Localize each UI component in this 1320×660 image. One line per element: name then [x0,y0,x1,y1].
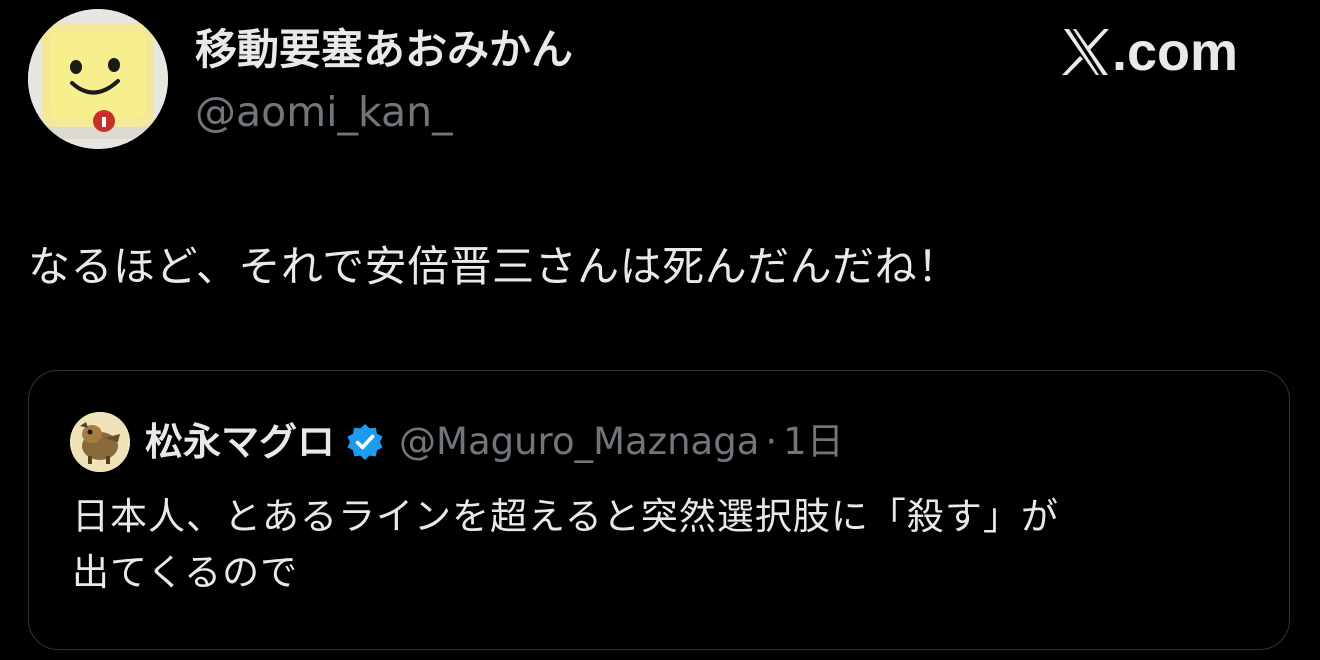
tweet-text: なるほど、それで安倍晋三さんは死んだんだね！ [28,242,960,291]
author-handle[interactable]: @aomi_kan_ [195,86,453,138]
quoted-timestamp[interactable]: 1日 [783,416,844,468]
quoted-handle[interactable]: @Maguro_Maznaga [399,416,759,468]
x-logo-icon [1062,29,1109,75]
quoted-text-line: 日本人、とあるラインを超えると突然選択肢に「殺す」が [72,495,1059,538]
quoted-text-line: 出てくるので [72,551,299,594]
brand-domain-text: .com [1112,22,1239,82]
x-brand-watermark: .com [1062,20,1238,84]
author-display-name[interactable]: 移動要塞あおみかん [195,22,573,78]
verified-badge-icon[interactable] [345,422,385,462]
author-avatar[interactable] [28,9,168,149]
quoted-user-avatar[interactable] [70,412,130,472]
separator-dot: · [765,420,778,463]
quoted-tweet-header: 松永マグロ @Maguro_Maznaga · 1日 [145,416,844,468]
quoted-tweet-card[interactable]: 松永マグロ @Maguro_Maznaga · 1日 日本人、とあるラインを超え… [28,370,1290,650]
smiling-cheese-avatar-icon [28,9,168,149]
quoted-tweet-text: 日本人、とあるラインを超えると突然選択肢に「殺す」が 出てくるので [72,489,1272,601]
quoted-display-name[interactable]: 松永マグロ [145,416,335,468]
quoted-user-avatar-icon [70,412,130,472]
